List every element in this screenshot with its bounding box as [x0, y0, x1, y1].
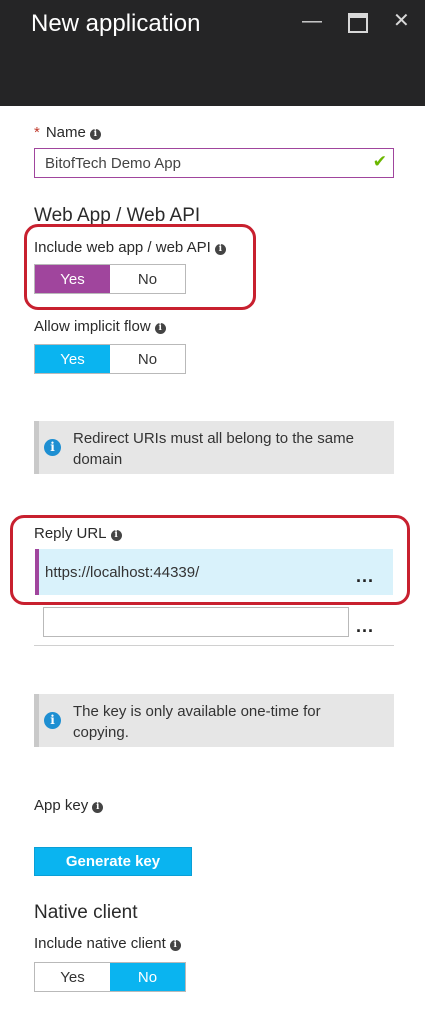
minimize-icon[interactable]: —: [302, 8, 322, 34]
required-mark: *: [34, 124, 40, 141]
include-native-label-text: Include native client: [34, 935, 166, 952]
maximize-icon[interactable]: [348, 8, 368, 40]
app-key-label: App key i: [34, 797, 104, 814]
key-info-box: i The key is only available one-time for…: [34, 694, 394, 747]
info-icon: i: [44, 712, 61, 729]
info-icon[interactable]: i: [92, 802, 104, 813]
reply-url-label: Reply URL i: [34, 525, 122, 542]
reply-url-label-text: Reply URL: [34, 525, 107, 542]
check-icon: ✔: [372, 152, 387, 171]
page-title: New application: [31, 10, 201, 37]
include-webapp-toggle[interactable]: Yes No: [34, 264, 186, 294]
name-field[interactable]: BitofTech Demo App ✔: [34, 148, 394, 178]
implicit-flow-label: Allow implicit flow i: [34, 318, 166, 335]
reply-url-value: https://localhost:44339/: [45, 563, 200, 581]
include-webapp-label: Include web app / web API i: [34, 239, 226, 256]
info-icon: i: [44, 439, 61, 456]
reply-url-new-more-button[interactable]: ...: [356, 616, 374, 637]
implicit-flow-toggle[interactable]: Yes No: [34, 344, 186, 374]
include-webapp-label-text: Include web app / web API: [34, 239, 211, 256]
info-icon[interactable]: i: [154, 323, 166, 334]
native-client-heading: Native client: [34, 902, 138, 923]
generate-key-button[interactable]: Generate key: [34, 847, 192, 876]
name-label-text: Name: [45, 124, 86, 141]
info-icon[interactable]: i: [169, 940, 181, 951]
implicit-flow-label-text: Allow implicit flow: [34, 318, 151, 335]
name-value: BitofTech Demo App: [45, 154, 181, 172]
blade-header: New application — ✕: [0, 0, 425, 106]
implicit-flow-no[interactable]: No: [110, 345, 185, 373]
include-native-yes[interactable]: Yes: [35, 963, 110, 991]
app-key-label-text: App key: [34, 797, 89, 814]
include-native-toggle[interactable]: Yes No: [34, 962, 186, 992]
redirect-info-text: Redirect URIs must all belong to the sam…: [73, 430, 354, 468]
redirect-info-box: i Redirect URIs must all belong to the s…: [34, 421, 394, 474]
include-webapp-no[interactable]: No: [110, 265, 185, 293]
reply-url-field[interactable]: https://localhost:44339/: [35, 549, 393, 595]
close-icon[interactable]: ✕: [393, 8, 410, 34]
include-native-label: Include native client i: [34, 935, 181, 952]
name-label: * Name i: [34, 124, 101, 141]
include-native-no[interactable]: No: [110, 963, 185, 991]
implicit-flow-yes[interactable]: Yes: [35, 345, 110, 373]
divider: [34, 645, 394, 646]
reply-url-new-field[interactable]: [43, 607, 349, 637]
info-icon[interactable]: i: [110, 530, 122, 541]
reply-url-more-button[interactable]: ...: [356, 566, 374, 587]
include-webapp-yes[interactable]: Yes: [35, 265, 110, 293]
info-icon[interactable]: i: [214, 244, 226, 255]
key-info-text: The key is only available one-time for c…: [73, 703, 321, 741]
info-icon[interactable]: i: [89, 129, 101, 140]
